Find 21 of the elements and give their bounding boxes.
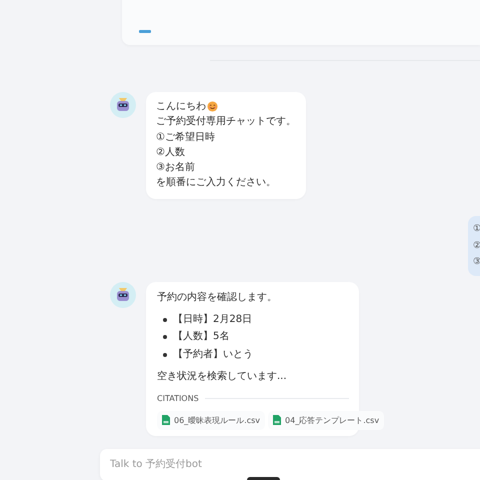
message-text: 予約の内容を確認します。	[157, 290, 278, 305]
message-text: を順番にご入力ください。	[156, 176, 276, 190]
message-text: こんにちわ	[156, 100, 206, 114]
message-text: ②人数	[156, 146, 185, 160]
tab-indicator-icon	[139, 30, 151, 33]
citation-chip[interactable]: 06_曖昧表現ルール.csv	[157, 410, 266, 430]
spreadsheet-file-icon	[162, 415, 170, 426]
robot-avatar-icon	[110, 282, 136, 308]
message-text: ①ご希望日時	[156, 130, 215, 145]
list-item-text: 【予約者】いとう	[173, 348, 253, 362]
citation-chip[interactable]: 04_応答テンプレート.csv	[268, 410, 384, 430]
citations-label: CITATIONS	[157, 393, 199, 406]
list-item-text: 【日時】2月28日	[173, 312, 252, 327]
message-text: 空き状況を検索しています...	[157, 370, 288, 384]
list-item-text: 【人数】5名	[173, 330, 230, 344]
message-input-field[interactable]: Talk to 予約受付bot	[100, 448, 480, 480]
robot-avatar-icon	[110, 92, 136, 118]
message-text: ご予約受付専用チャットです。	[156, 114, 296, 130]
message-text: ③お名前	[156, 161, 195, 176]
smiley-icon	[207, 101, 218, 112]
spreadsheet-file-icon	[273, 415, 282, 426]
